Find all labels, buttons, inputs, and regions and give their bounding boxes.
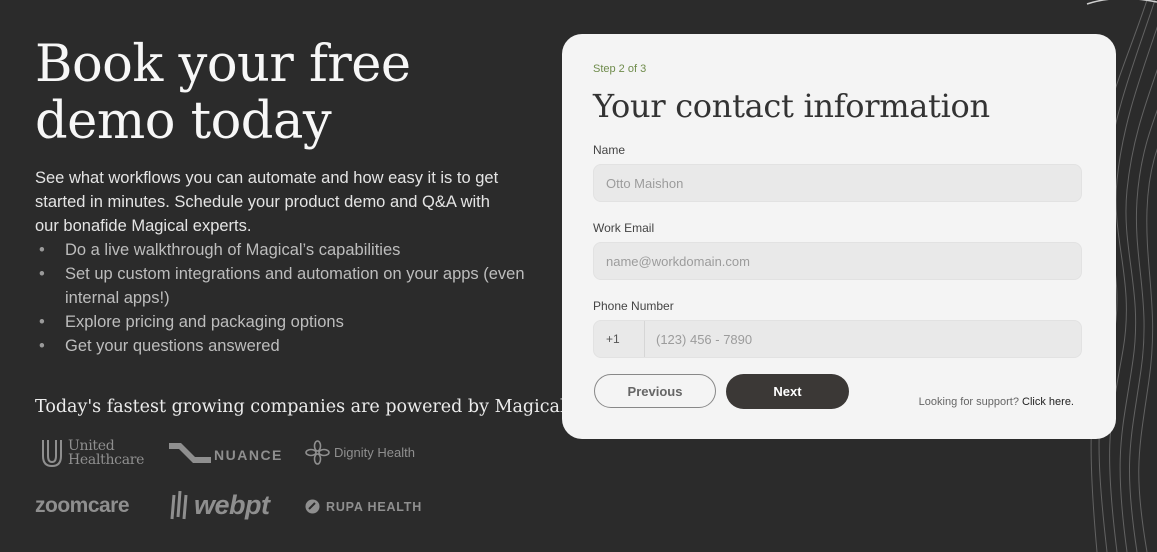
list-item: • Set up custom integrations and automati… bbox=[35, 262, 535, 310]
bullet-text: Explore pricing and packaging options bbox=[65, 313, 344, 331]
work-email-label: Work Email bbox=[593, 221, 655, 235]
rupa-health-wordmark: RUPA HEALTH bbox=[326, 499, 423, 514]
dignity-health-wordmark: Dignity Health bbox=[334, 445, 415, 460]
marketing-column: Book your free demo today See what workf… bbox=[35, 0, 566, 417]
nuance-icon bbox=[169, 443, 211, 463]
united-healthcare-icon bbox=[42, 440, 62, 468]
bullet-dot: • bbox=[39, 241, 45, 259]
bullet-text: Do a live walkthrough of Magical’s capab… bbox=[65, 241, 401, 259]
benefit-list: • Do a live walkthrough of Magical’s capa… bbox=[35, 238, 535, 358]
step-indicator: Step 2 of 3 bbox=[593, 63, 647, 75]
webpt-wordmark: webpt bbox=[194, 490, 270, 520]
list-item: • Explore pricing and packaging options bbox=[35, 310, 535, 334]
support-prompt: Looking for support? Click here. bbox=[919, 396, 1074, 408]
contact-form-card: Step 2 of 3 Your contact information Nam… bbox=[562, 34, 1116, 439]
webpt-icon bbox=[170, 490, 188, 519]
support-link[interactable]: Click here. bbox=[1022, 396, 1074, 408]
country-code-selector[interactable]: +1 bbox=[594, 321, 645, 357]
headline-line-2: demo today bbox=[35, 92, 332, 151]
bullet-dot: • bbox=[39, 313, 45, 331]
nuance-logo: NUANCE bbox=[169, 441, 283, 465]
nuance-wordmark: NUANCE bbox=[214, 447, 283, 463]
bullet-dot: • bbox=[39, 265, 45, 283]
previous-button[interactable]: Previous bbox=[594, 374, 716, 408]
united-healthcare-line-1: United bbox=[68, 438, 115, 454]
rupa-health-logo: RUPA HEALTH bbox=[305, 499, 422, 514]
united-healthcare-line-2: Healthcare bbox=[68, 452, 145, 468]
powered-by-heading: Today's fastest growing companies are po… bbox=[35, 397, 566, 417]
rupa-health-icon bbox=[305, 499, 320, 514]
list-item: • Get your questions answered bbox=[35, 334, 535, 358]
name-label: Name bbox=[593, 143, 626, 157]
form-title: Your contact information bbox=[593, 87, 990, 125]
bullet-dot: • bbox=[39, 337, 45, 355]
dignity-health-icon bbox=[305, 440, 330, 465]
support-text: Looking for support? bbox=[918, 396, 1019, 408]
zoomcare-wordmark: zoomcare bbox=[35, 494, 130, 517]
headline-line-1: Book your free bbox=[35, 35, 411, 94]
dignity-health-logo: Dignity Health bbox=[305, 440, 415, 465]
phone-number-field: +1 bbox=[593, 320, 1082, 358]
name-input[interactable] bbox=[593, 164, 1082, 202]
phone-number-input[interactable] bbox=[645, 321, 1081, 357]
bullet-text: Set up custom integrations and automatio… bbox=[65, 265, 525, 307]
next-button[interactable]: Next bbox=[726, 374, 849, 409]
bullet-text: Get your questions answered bbox=[65, 337, 280, 355]
work-email-input[interactable] bbox=[593, 242, 1082, 280]
intro-paragraph: See what workflows you can automate and … bbox=[35, 169, 499, 235]
phone-number-label: Phone Number bbox=[593, 299, 674, 313]
list-item: • Do a live walkthrough of Magical’s capa… bbox=[35, 238, 535, 262]
united-healthcare-logo: United Healthcare bbox=[41, 438, 144, 468]
page-headline: Book your free demo today bbox=[35, 0, 535, 150]
zoomcare-logo: zoomcare bbox=[35, 494, 130, 518]
webpt-logo: webpt bbox=[170, 490, 270, 521]
